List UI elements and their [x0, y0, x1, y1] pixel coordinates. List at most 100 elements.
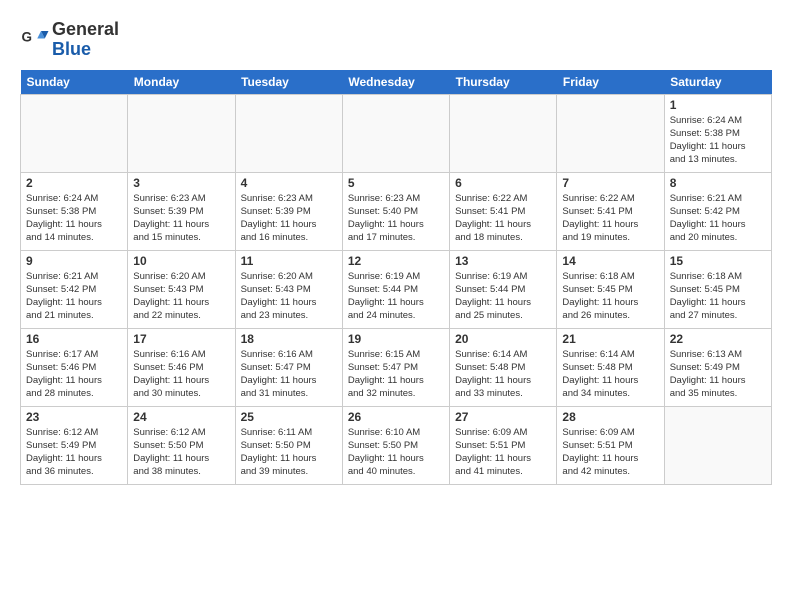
col-saturday: Saturday [664, 70, 771, 95]
day-info: Sunrise: 6:18 AM Sunset: 5:45 PM Dayligh… [562, 270, 658, 323]
calendar-body: 1 Sunrise: 6:24 AM Sunset: 5:38 PM Daylig… [21, 94, 772, 484]
table-row: 16 Sunrise: 6:17 AM Sunset: 5:46 PM Dayli… [21, 328, 128, 406]
day-info: Sunrise: 6:13 AM Sunset: 5:49 PM Dayligh… [670, 348, 766, 401]
calendar-week-row: 9 Sunrise: 6:21 AM Sunset: 5:42 PM Daylig… [21, 250, 772, 328]
table-row: 23 Sunrise: 6:12 AM Sunset: 5:49 PM Dayli… [21, 406, 128, 484]
day-info: Sunrise: 6:21 AM Sunset: 5:42 PM Dayligh… [26, 270, 122, 323]
day-info: Sunrise: 6:23 AM Sunset: 5:40 PM Dayligh… [348, 192, 444, 245]
table-row: 5 Sunrise: 6:23 AM Sunset: 5:40 PM Daylig… [342, 172, 449, 250]
calendar-week-row: 1 Sunrise: 6:24 AM Sunset: 5:38 PM Daylig… [21, 94, 772, 172]
table-row: 24 Sunrise: 6:12 AM Sunset: 5:50 PM Dayli… [128, 406, 235, 484]
calendar-week-row: 16 Sunrise: 6:17 AM Sunset: 5:46 PM Dayli… [21, 328, 772, 406]
day-info: Sunrise: 6:09 AM Sunset: 5:51 PM Dayligh… [455, 426, 551, 479]
day-number: 21 [562, 332, 658, 346]
table-row: 17Sunrise: 6:16 AM Sunset: 5:46 PM Dayli… [128, 328, 235, 406]
table-row: 6 Sunrise: 6:22 AM Sunset: 5:41 PM Daylig… [450, 172, 557, 250]
calendar-week-row: 23 Sunrise: 6:12 AM Sunset: 5:49 PM Dayli… [21, 406, 772, 484]
table-row: 2 Sunrise: 6:24 AM Sunset: 5:38 PM Daylig… [21, 172, 128, 250]
day-info: Sunrise: 6:24 AM Sunset: 5:38 PM Dayligh… [26, 192, 122, 245]
page-container: G General Blue Sunday Monday Tues [0, 0, 792, 495]
day-number: 23 [26, 410, 122, 424]
table-row: 3 Sunrise: 6:23 AM Sunset: 5:39 PM Daylig… [128, 172, 235, 250]
table-row: 10 Sunrise: 6:20 AM Sunset: 5:43 PM Dayli… [128, 250, 235, 328]
table-row: 25Sunrise: 6:11 AM Sunset: 5:50 PM Dayli… [235, 406, 342, 484]
day-number: 2 [26, 176, 122, 190]
day-info: Sunrise: 6:23 AM Sunset: 5:39 PM Dayligh… [241, 192, 337, 245]
day-number: 20 [455, 332, 551, 346]
table-row: 26 Sunrise: 6:10 AM Sunset: 5:50 PM Dayli… [342, 406, 449, 484]
day-info: Sunrise: 6:12 AM Sunset: 5:49 PM Dayligh… [26, 426, 122, 479]
day-number: 13 [455, 254, 551, 268]
logo: G General Blue [20, 20, 119, 60]
table-row: 14 Sunrise: 6:18 AM Sunset: 5:45 PM Dayli… [557, 250, 664, 328]
table-row: 19Sunrise: 6:15 AM Sunset: 5:47 PM Dayli… [342, 328, 449, 406]
table-row [128, 94, 235, 172]
day-info: Sunrise: 6:23 AM Sunset: 5:39 PM Dayligh… [133, 192, 229, 245]
day-number: 28 [562, 410, 658, 424]
day-number: 4 [241, 176, 337, 190]
col-thursday: Thursday [450, 70, 557, 95]
day-number: 16 [26, 332, 122, 346]
table-row: 9 Sunrise: 6:21 AM Sunset: 5:42 PM Daylig… [21, 250, 128, 328]
col-sunday: Sunday [21, 70, 128, 95]
day-number: 12 [348, 254, 444, 268]
day-number: 26 [348, 410, 444, 424]
table-row [664, 406, 771, 484]
day-number: 10 [133, 254, 229, 268]
day-number: 5 [348, 176, 444, 190]
table-row [557, 94, 664, 172]
day-info: Sunrise: 6:09 AM Sunset: 5:51 PM Dayligh… [562, 426, 658, 479]
day-info: Sunrise: 6:17 AM Sunset: 5:46 PM Dayligh… [26, 348, 122, 401]
table-row: 27Sunrise: 6:09 AM Sunset: 5:51 PM Dayli… [450, 406, 557, 484]
calendar-header-row: Sunday Monday Tuesday Wednesday Thursday… [21, 70, 772, 95]
day-info: Sunrise: 6:21 AM Sunset: 5:42 PM Dayligh… [670, 192, 766, 245]
table-row [342, 94, 449, 172]
day-info: Sunrise: 6:11 AM Sunset: 5:50 PM Dayligh… [241, 426, 337, 479]
table-row: 20 Sunrise: 6:14 AM Sunset: 5:48 PM Dayli… [450, 328, 557, 406]
svg-text:G: G [22, 29, 33, 44]
day-number: 19 [348, 332, 444, 346]
day-number: 15 [670, 254, 766, 268]
table-row: 7 Sunrise: 6:22 AM Sunset: 5:41 PM Daylig… [557, 172, 664, 250]
day-number: 6 [455, 176, 551, 190]
day-info: Sunrise: 6:10 AM Sunset: 5:50 PM Dayligh… [348, 426, 444, 479]
day-number: 3 [133, 176, 229, 190]
logo-general: General [52, 19, 119, 39]
day-number: 14 [562, 254, 658, 268]
page-header: G General Blue [20, 20, 772, 60]
day-number: 17 [133, 332, 229, 346]
table-row: 21 Sunrise: 6:14 AM Sunset: 5:48 PM Dayli… [557, 328, 664, 406]
table-row: 11Sunrise: 6:20 AM Sunset: 5:43 PM Dayli… [235, 250, 342, 328]
logo-icon: G [20, 25, 50, 55]
table-row: 12 Sunrise: 6:19 AM Sunset: 5:44 PM Dayli… [342, 250, 449, 328]
calendar-week-row: 2 Sunrise: 6:24 AM Sunset: 5:38 PM Daylig… [21, 172, 772, 250]
table-row: 22 Sunrise: 6:13 AM Sunset: 5:49 PM Dayli… [664, 328, 771, 406]
calendar-table: Sunday Monday Tuesday Wednesday Thursday… [20, 70, 772, 485]
day-info: Sunrise: 6:22 AM Sunset: 5:41 PM Dayligh… [562, 192, 658, 245]
day-number: 24 [133, 410, 229, 424]
day-info: Sunrise: 6:19 AM Sunset: 5:44 PM Dayligh… [455, 270, 551, 323]
day-info: Sunrise: 6:12 AM Sunset: 5:50 PM Dayligh… [133, 426, 229, 479]
day-info: Sunrise: 6:18 AM Sunset: 5:45 PM Dayligh… [670, 270, 766, 323]
day-number: 7 [562, 176, 658, 190]
table-row: 4 Sunrise: 6:23 AM Sunset: 5:39 PM Daylig… [235, 172, 342, 250]
col-monday: Monday [128, 70, 235, 95]
day-info: Sunrise: 6:19 AM Sunset: 5:44 PM Dayligh… [348, 270, 444, 323]
logo-blue: Blue [52, 39, 91, 59]
table-row: 18 Sunrise: 6:16 AM Sunset: 5:47 PM Dayli… [235, 328, 342, 406]
day-info: Sunrise: 6:16 AM Sunset: 5:47 PM Dayligh… [241, 348, 337, 401]
day-info: Sunrise: 6:24 AM Sunset: 5:38 PM Dayligh… [670, 114, 766, 167]
day-number: 18 [241, 332, 337, 346]
table-row [235, 94, 342, 172]
day-number: 8 [670, 176, 766, 190]
col-wednesday: Wednesday [342, 70, 449, 95]
day-number: 9 [26, 254, 122, 268]
table-row [450, 94, 557, 172]
day-info: Sunrise: 6:22 AM Sunset: 5:41 PM Dayligh… [455, 192, 551, 245]
day-info: Sunrise: 6:20 AM Sunset: 5:43 PM Dayligh… [133, 270, 229, 323]
day-info: Sunrise: 6:14 AM Sunset: 5:48 PM Dayligh… [562, 348, 658, 401]
day-number: 22 [670, 332, 766, 346]
day-info: Sunrise: 6:14 AM Sunset: 5:48 PM Dayligh… [455, 348, 551, 401]
day-number: 1 [670, 98, 766, 112]
col-tuesday: Tuesday [235, 70, 342, 95]
